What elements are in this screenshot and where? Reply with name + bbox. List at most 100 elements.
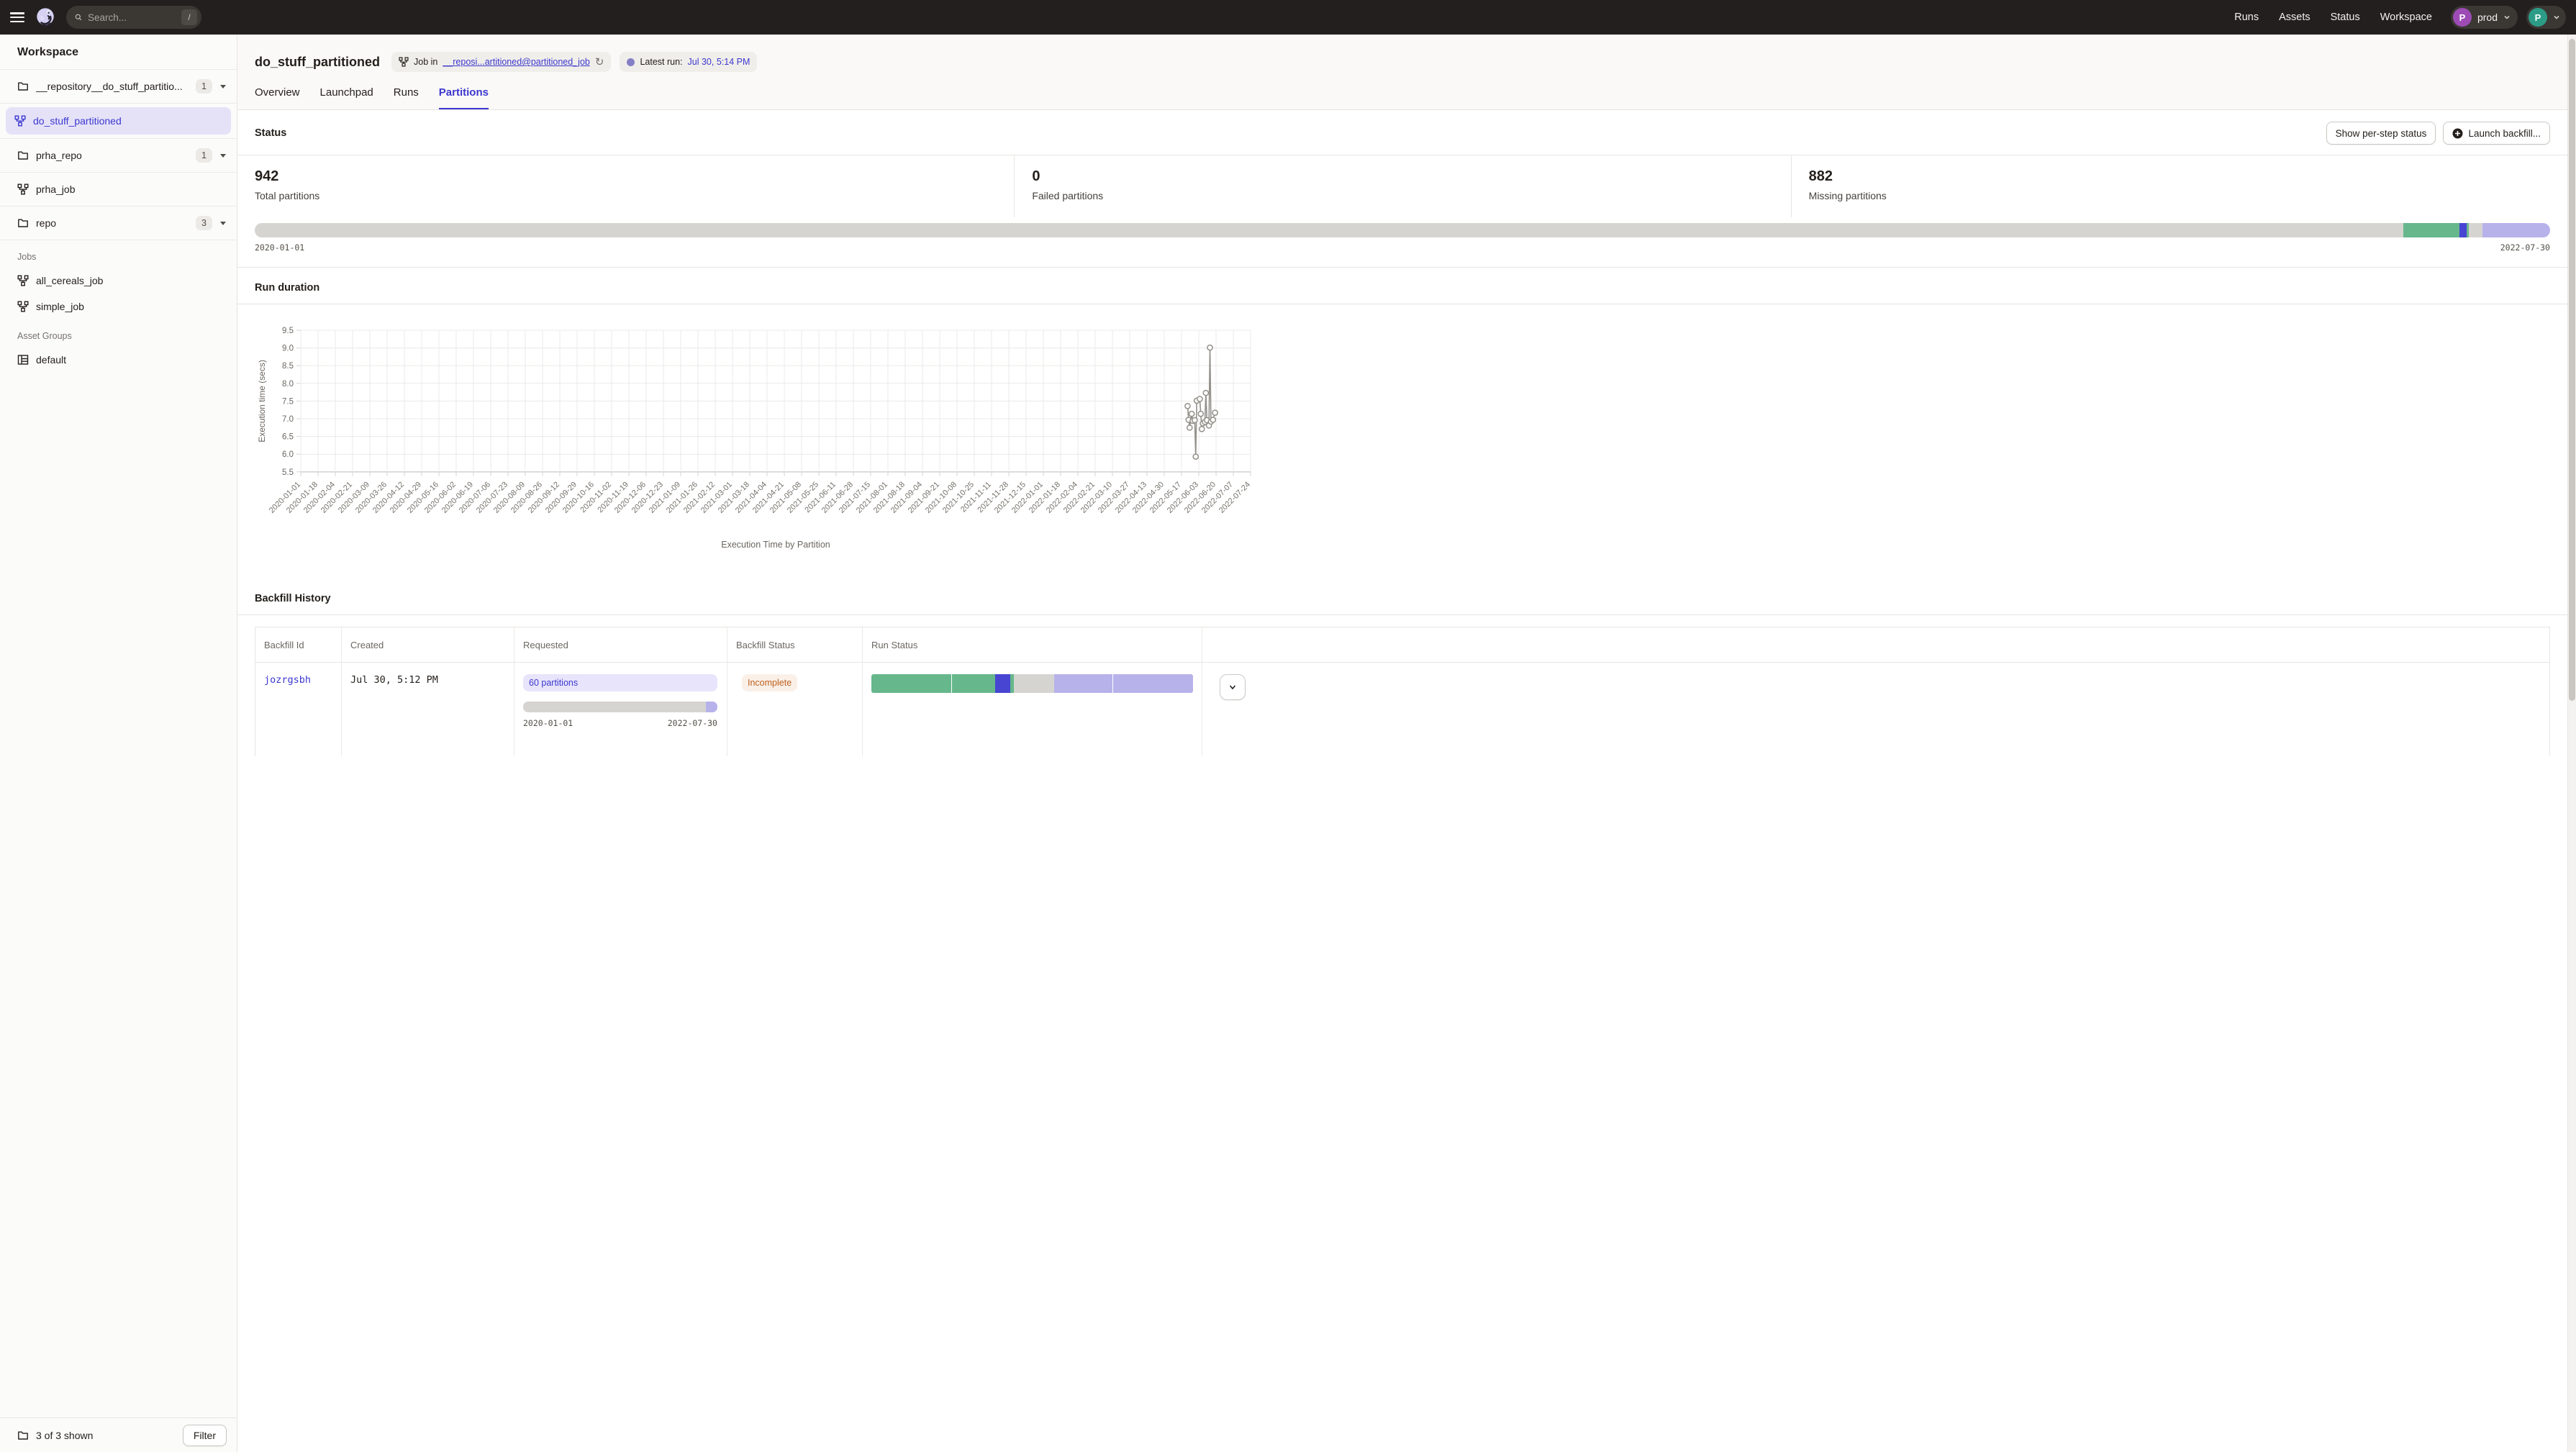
- partition-range-start: 2020-01-01: [255, 242, 304, 253]
- sidebar-item-all-cereals-job[interactable]: all_cereals_job: [0, 268, 237, 294]
- sidebar-item-prha-repo[interactable]: prha_repo 1: [0, 138, 237, 172]
- caret-down-icon[interactable]: [219, 153, 227, 158]
- total-partitions-cell: 942 Total partitions: [237, 155, 1014, 217]
- data-point-marker[interactable]: [1192, 417, 1197, 422]
- requested-range-end: 2022-07-30: [668, 718, 717, 728]
- data-point-marker[interactable]: [1207, 345, 1212, 350]
- data-point-marker[interactable]: [1210, 417, 1215, 422]
- job-location-tag: Job in __reposi...artitioned@partitioned…: [391, 52, 611, 72]
- svg-text:9.0: 9.0: [282, 345, 294, 353]
- sidebar-item-simple-job[interactable]: simple_job: [0, 294, 237, 319]
- data-point-marker[interactable]: [1199, 427, 1205, 432]
- failed-partitions-label: Failed partitions: [1032, 190, 1773, 201]
- job-icon: [399, 57, 409, 67]
- data-point-marker[interactable]: [1212, 410, 1217, 415]
- sidebar-item-prha-job[interactable]: prha_job: [0, 172, 237, 206]
- bar-segment-green: [952, 674, 995, 693]
- job-icon: [17, 275, 29, 286]
- failed-partitions-value: 0: [1032, 168, 1773, 185]
- latest-run-label: Latest run:: [640, 57, 682, 67]
- count-badge: 1: [196, 148, 212, 163]
- nav-link-workspace[interactable]: Workspace: [2380, 12, 2432, 23]
- latest-run-tag: Latest run: Jul 30, 5:14 PM: [620, 52, 757, 72]
- data-point-marker[interactable]: [1193, 454, 1198, 459]
- status-heading: Status: [255, 127, 2326, 139]
- run-status-dot: [627, 58, 635, 66]
- failed-partitions-cell: 0 Failed partitions: [1014, 155, 1790, 217]
- bar-segment-lavender: [2482, 223, 2549, 237]
- svg-text:7.5: 7.5: [282, 397, 294, 406]
- backfill-status-badge: Incomplete: [742, 674, 797, 691]
- requested-partitions-chip[interactable]: 60 partitions: [523, 674, 717, 691]
- sidebar-item-repo[interactable]: repo 3: [0, 206, 237, 240]
- data-point-marker[interactable]: [1198, 412, 1203, 417]
- missing-partitions-cell: 882 Missing partitions: [1791, 155, 2567, 217]
- vertical-scrollbar[interactable]: [2567, 35, 2576, 1452]
- col-backfill-id: Backfill Id: [255, 627, 342, 662]
- execution-time-line: [1187, 348, 1215, 457]
- job-tabs: Overview Launchpad Runs Partitions: [255, 86, 2550, 109]
- chevron-down-icon: [2553, 14, 2560, 21]
- total-partitions-label: Total partitions: [255, 190, 997, 201]
- run-status-bar[interactable]: [871, 674, 1193, 693]
- sidebar-item-repository-do-stuff[interactable]: __repository__do_stuff_partitio... 1: [0, 69, 237, 103]
- dagster-logo-icon[interactable]: [35, 6, 56, 28]
- show-per-step-status-button[interactable]: Show per-step status: [2326, 122, 2436, 145]
- sidebar-item-default-asset-group[interactable]: default: [0, 347, 237, 373]
- sidebar-item-label: prha_repo: [36, 150, 189, 161]
- folder-icon: [17, 217, 29, 229]
- launch-backfill-button[interactable]: Launch backfill...: [2443, 122, 2550, 145]
- scrollbar-thumb[interactable]: [2569, 39, 2575, 701]
- bar-segment-blue: [995, 674, 1010, 693]
- asset-group-label: default: [36, 354, 66, 366]
- plus-circle-icon: [2452, 128, 2463, 139]
- search-input[interactable]: Search... /: [66, 6, 201, 29]
- hamburger-menu-icon[interactable]: [10, 12, 24, 22]
- reload-icon[interactable]: ↻: [595, 57, 604, 68]
- execution-time-chart[interactable]: 9.59.08.58.07.57.06.56.05.52020-01-01202…: [255, 319, 1262, 556]
- latest-run-link[interactable]: Jul 30, 5:14 PM: [688, 57, 750, 67]
- nav-link-assets[interactable]: Assets: [2279, 12, 2310, 23]
- svg-text:7.0: 7.0: [282, 415, 294, 424]
- job-tag-prefix: Job in: [414, 57, 437, 67]
- tab-overview[interactable]: Overview: [255, 86, 300, 109]
- search-shortcut-key: /: [181, 9, 197, 25]
- svg-text:6.0: 6.0: [282, 450, 294, 459]
- data-point-marker[interactable]: [1185, 404, 1190, 409]
- filter-button[interactable]: Filter: [183, 1425, 227, 1446]
- user-menu[interactable]: P: [2526, 6, 2566, 29]
- job-icon: [17, 183, 29, 195]
- tab-launchpad[interactable]: Launchpad: [320, 86, 373, 109]
- asset-groups-section-label: Asset Groups: [0, 319, 237, 347]
- data-point-marker[interactable]: [1197, 396, 1202, 401]
- sidebar-item-do-stuff-partitioned-selected[interactable]: do_stuff_partitioned: [6, 107, 231, 135]
- requested-range-start: 2020-01-01: [523, 718, 573, 728]
- folder-icon: [17, 81, 29, 92]
- bar-segment-lavender: [1113, 674, 1193, 693]
- data-point-marker[interactable]: [1189, 412, 1194, 417]
- col-expand: [1202, 627, 1262, 662]
- y-axis-title: Execution time (secs): [257, 360, 267, 443]
- deployment-switcher[interactable]: P prod: [2451, 6, 2518, 29]
- svg-text:8.0: 8.0: [282, 380, 294, 389]
- caret-down-icon[interactable]: [219, 220, 227, 226]
- data-point-marker[interactable]: [1187, 425, 1192, 430]
- job-header: do_stuff_partitioned Job in __reposi...a…: [237, 35, 2567, 110]
- repo-location-link[interactable]: __reposi...artitioned@partitioned_job: [443, 57, 590, 67]
- svg-text:6.5: 6.5: [282, 433, 294, 442]
- nav-link-status[interactable]: Status: [2331, 12, 2360, 23]
- tab-runs[interactable]: Runs: [394, 86, 419, 109]
- col-backfill-status: Backfill Status: [727, 627, 863, 662]
- backfill-id-link[interactable]: jozrgsbh: [264, 674, 311, 686]
- top-nav: Search... / Runs Assets Status Workspace…: [0, 0, 2576, 35]
- expand-row-button[interactable]: [1220, 674, 1246, 700]
- caret-down-icon[interactable]: [219, 83, 227, 89]
- nav-link-runs[interactable]: Runs: [2234, 12, 2259, 23]
- main-content: do_stuff_partitioned Job in __reposi...a…: [237, 35, 2567, 1452]
- search-icon: [75, 14, 82, 21]
- partition-status-bar[interactable]: [255, 223, 2550, 237]
- data-point-marker[interactable]: [1203, 390, 1208, 395]
- backfill-history-table: Backfill Id Created Requested Backfill S…: [255, 627, 2550, 756]
- tab-partitions[interactable]: Partitions: [439, 86, 489, 109]
- deployment-avatar: P: [2453, 8, 2472, 27]
